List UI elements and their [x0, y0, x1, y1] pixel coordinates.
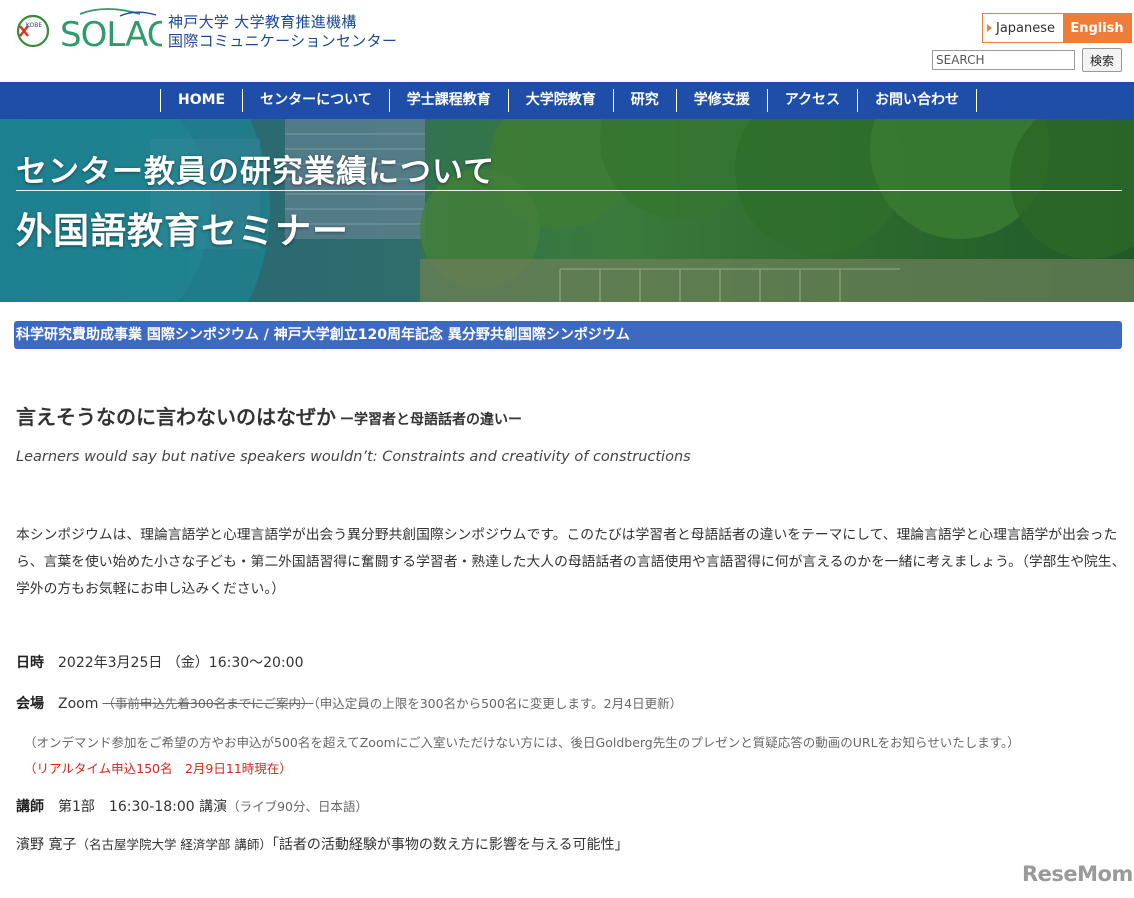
- nav-item-access[interactable]: アクセス: [768, 89, 859, 112]
- nav-items: HOME センターについて 学士課程教育 大学院教育 研究 学修支援 アクセス …: [160, 89, 978, 112]
- speaker-name: 濱野 寛子: [16, 837, 77, 853]
- hero-divider: [16, 190, 1122, 191]
- date-value: 2022年3月25日 （金）16:30〜20:00: [58, 655, 304, 671]
- nav-item-study-support[interactable]: 学修支援: [677, 89, 768, 112]
- search-input[interactable]: [932, 50, 1075, 70]
- kobe-logo-text: KOBE: [26, 22, 42, 29]
- lang-japanese-button[interactable]: Japanese: [983, 14, 1063, 42]
- lang-japanese-label: Japanese: [996, 20, 1056, 36]
- page-title-sub: ー学習者と母語話者の違いー: [340, 412, 522, 428]
- hero-banner: センター教員の研究業績について 外国語教育セミナー: [0, 119, 1134, 302]
- venue-value: Zoom: [58, 696, 99, 712]
- venue-struck-note: （事前申込先着300名までにご案内）: [102, 696, 314, 711]
- date-row: 日時 2022年3月25日 （金）16:30〜20:00: [16, 652, 304, 672]
- org-name-line2: 国際コミュニケーションセンター: [168, 32, 398, 50]
- hero-subtitle: 外国語教育セミナー: [16, 211, 350, 252]
- speaker-affiliation: （名古屋学院大学 経済学部 講師）: [76, 837, 272, 852]
- nav-item-about[interactable]: センターについて: [243, 89, 390, 112]
- site-header: KOBE SOLAC 神戸大学 大学教育推進機構 国際コミュニケーションセンター…: [0, 0, 1134, 82]
- solac-logo[interactable]: SOLAC: [60, 6, 162, 52]
- english-title: Learners would say but native speakers w…: [16, 449, 691, 465]
- speaker-talk-title: 「話者の活動経験が事物の数え方に影響を与える可能性」: [271, 837, 629, 853]
- description-paragraph: 本シンポジウムは、理論言語学と心理言語学が出会う異分野共創国際シンポジウムです。…: [16, 527, 1126, 597]
- nav-item-contact[interactable]: お問い合わせ: [858, 89, 978, 112]
- nav-item-research[interactable]: 研究: [614, 89, 677, 112]
- venue-row: 会場 Zoom （事前申込先着300名までにご案内）（申込定員の上限を300名から5…: [16, 693, 682, 713]
- page-title-main: 言えそうなのに言わないのはなぜか: [16, 405, 336, 429]
- lang-english-button[interactable]: English: [1063, 14, 1131, 42]
- speaker-row: 濱野 寛子（名古屋学院大学 経済学部 講師）「話者の活動経験が事物の数え方に影響…: [16, 834, 629, 854]
- org-name-line1: 神戸大学 大学教育推進機構: [168, 13, 357, 31]
- lecturer-label: 講師: [16, 799, 44, 815]
- hero-title: センター教員の研究業績について: [16, 154, 496, 190]
- ondemand-note: （オンデマンド参加をご希望の方やお申込が500名を超えてZoomにご入室いただけ…: [24, 735, 1020, 750]
- realtime-count-note: （リアルタイム申込150名 2月9日11時現在）: [24, 761, 292, 776]
- date-label: 日時: [16, 655, 44, 671]
- solac-logo-text: SOLAC: [60, 15, 162, 52]
- venue-update-note: （申込定員の上限を300名から500名に変更します。2月4日更新）: [313, 696, 683, 711]
- lecturer-row: 講師 第1部 16:30-18:00 講演（ライブ90分、日本語）: [16, 796, 368, 816]
- triangle-right-icon: [987, 24, 992, 32]
- venue-label: 会場: [16, 696, 44, 712]
- symposium-banner: 科学研究費助成事業 国際シンポジウム / 神戸大学創立120周年記念 異分野共創…: [14, 321, 1122, 349]
- nav-item-home[interactable]: HOME: [161, 89, 244, 112]
- page-title: 言えそうなのに言わないのはなぜか ー学習者と母語話者の違いー: [16, 401, 522, 430]
- search-button[interactable]: 検索: [1082, 48, 1122, 72]
- nav-item-undergraduate[interactable]: 学士課程教育: [390, 89, 509, 112]
- lecturer-value: 第1部 16:30-18:00 講演: [58, 799, 228, 815]
- kobe-university-logo[interactable]: KOBE: [14, 14, 52, 48]
- language-switcher: Japanese English: [982, 13, 1132, 43]
- resemom-watermark: ReseMom: [1022, 862, 1133, 886]
- lecturer-detail: （ライブ90分、日本語）: [227, 799, 369, 814]
- main-nav: HOME センターについて 学士課程教育 大学院教育 研究 学修支援 アクセス …: [0, 82, 1134, 119]
- nav-item-graduate[interactable]: 大学院教育: [509, 89, 614, 112]
